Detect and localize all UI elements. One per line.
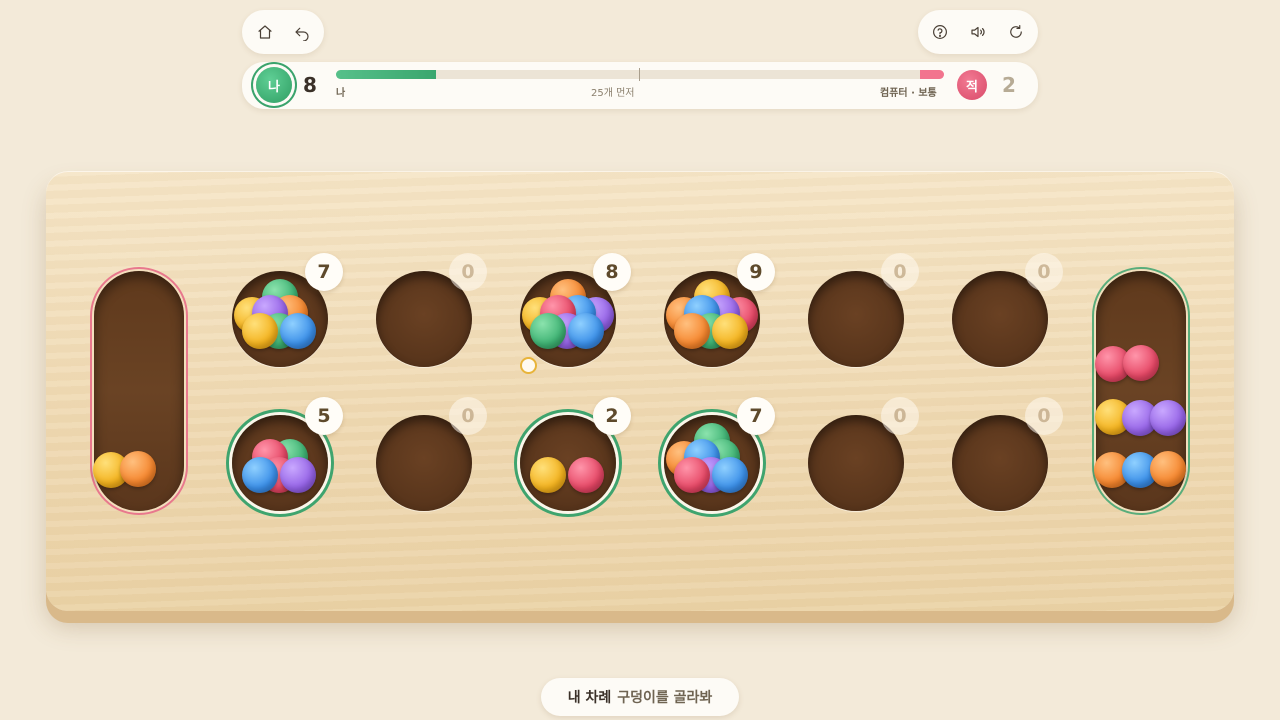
pit-count-badge: 0: [1025, 397, 1063, 435]
restart-icon: [1010, 25, 1022, 38]
opponent-progress-fill: [919, 70, 944, 79]
undo-button[interactable]: [286, 16, 318, 48]
seed: [280, 457, 316, 493]
help-button[interactable]: [924, 16, 956, 48]
undo-icon: [295, 27, 309, 41]
pit-count-badge: 7: [737, 397, 775, 435]
goal-label: 25개 먼저: [591, 88, 635, 99]
pit-count-badge: 0: [1025, 253, 1063, 291]
seed: [120, 451, 156, 487]
player-progress-fill: [336, 70, 437, 79]
seed: [242, 313, 278, 349]
pit-count-badge: 2: [593, 397, 631, 435]
hover-indicator: [520, 357, 537, 374]
home-icon: [258, 25, 272, 39]
turn-status: 내 차례 구덩이를 골라봐: [541, 678, 739, 716]
turn-status-bold: 내 차례: [567, 690, 612, 706]
seed: [674, 313, 710, 349]
player-label: 나: [336, 88, 346, 99]
seed: [242, 457, 278, 493]
sound-button[interactable]: [962, 16, 994, 48]
opponent-avatar: 적: [957, 70, 987, 100]
seed: [1150, 451, 1186, 487]
seed: [1150, 400, 1186, 436]
seed: [712, 457, 748, 493]
restart-button[interactable]: [1000, 16, 1032, 48]
seed: [280, 313, 316, 349]
player-score: 8: [303, 73, 317, 97]
home-button[interactable]: [249, 16, 281, 48]
turn-status-text: 구덩이를 골라봐: [617, 690, 713, 706]
player-avatar: 나: [256, 67, 292, 103]
seed: [712, 313, 748, 349]
seed: [674, 457, 710, 493]
pit-count-badge: 0: [449, 397, 487, 435]
pit-count-badge: 0: [881, 253, 919, 291]
pit-count-badge: 0: [449, 253, 487, 291]
seed: [568, 313, 604, 349]
mancala-board: [46, 171, 1234, 611]
left-toolbar: [242, 10, 324, 54]
opponent-label: 컴퓨터 · 보통: [880, 88, 937, 99]
seed: [1123, 345, 1159, 381]
seed: [568, 457, 604, 493]
seed: [530, 313, 566, 349]
pit-count-badge: 5: [305, 397, 343, 435]
pit-count-badge: 8: [593, 253, 631, 291]
pit-count-badge: 7: [305, 253, 343, 291]
sound-icon: [971, 26, 985, 38]
help-icon: [933, 25, 947, 39]
seed: [530, 457, 566, 493]
goal-marker: [639, 68, 640, 81]
pit-count-badge: 0: [881, 397, 919, 435]
opponent-score: 2: [1002, 73, 1016, 97]
right-toolbar: [918, 10, 1038, 54]
progress-track: [336, 70, 944, 79]
pit-count-badge: 9: [737, 253, 775, 291]
